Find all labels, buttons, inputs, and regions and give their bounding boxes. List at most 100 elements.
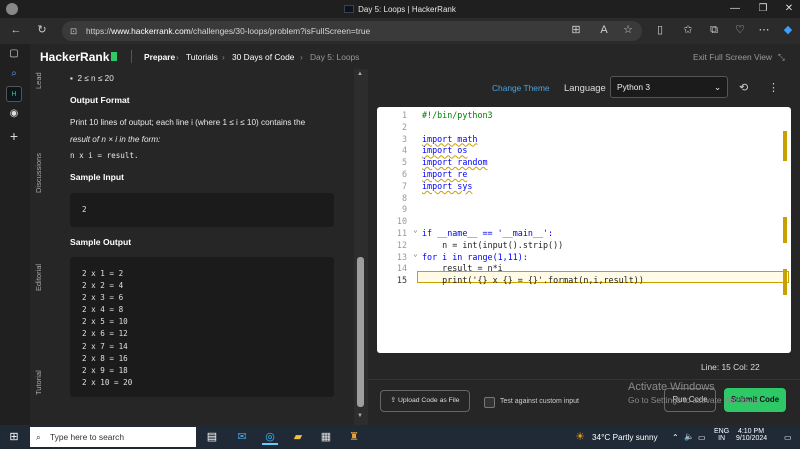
store-icon[interactable]: ▦ [318, 429, 334, 445]
edge-browser-icon[interactable]: ◎ [262, 429, 278, 445]
upload-code-button[interactable]: ⇪ Upload Code as File [380, 390, 470, 412]
upload-label: Upload Code as File [398, 397, 460, 404]
output-format-line2: result of n × i in the form: [70, 135, 161, 144]
hackerrank-tab-icon[interactable]: H [6, 86, 22, 102]
scroll-down-icon[interactable]: ▼ [357, 413, 363, 419]
sample-output-line: 2 x 1 = 2 [82, 269, 124, 278]
breadcrumb-separator-icon: › [176, 52, 179, 62]
custom-input-label[interactable]: Test against custom input [500, 398, 579, 405]
taskbar-search-box[interactable]: ⌕ Type here to search [30, 427, 196, 447]
sample-output-line: 2 x 2 = 4 [82, 281, 124, 291]
code-line[interactable]: import random [422, 157, 488, 167]
search-icon[interactable]: ⌕ [6, 66, 22, 82]
tab-tutorial[interactable]: Tutorial [34, 370, 43, 395]
line-number: 15 [396, 275, 407, 286]
show-hidden-icons-icon[interactable]: ⌃ [672, 432, 679, 442]
tab-editorial[interactable]: Editorial [34, 264, 43, 291]
sample-output-heading: Sample Output [70, 237, 132, 247]
breadcrumb-prepare[interactable]: Prepare [144, 52, 175, 62]
logo-mark-icon [111, 52, 118, 61]
activate-windows-watermark: Activate Windows Go to Settings to activ… [628, 381, 760, 407]
weather-text[interactable]: 34°C Partly sunny [592, 433, 658, 442]
sample-input-box: 2 [70, 193, 334, 227]
hackerrank-logo[interactable]: HackerRank [40, 50, 118, 64]
line-number: 2 [401, 121, 407, 132]
more-menu-icon[interactable]: ⋯ [756, 22, 772, 38]
code-line[interactable]: print('{} x {} = {}'.format(n,i,result)) [422, 275, 644, 285]
clock-time: 4:10 PM [737, 428, 765, 435]
speaker-icon[interactable]: 🔈 [684, 432, 694, 442]
breadcrumb-30-days[interactable]: 30 Days of Code [232, 52, 294, 62]
copilot-icon[interactable]: ◆ [780, 22, 796, 38]
sample-output-line: 2 x 7 = 14 [82, 341, 128, 351]
custom-input-checkbox[interactable] [484, 397, 495, 408]
weather-icon[interactable]: ☀ [572, 429, 588, 445]
reset-code-icon[interactable]: ⟲ [739, 81, 748, 94]
scrollbar-thumb[interactable] [357, 257, 364, 407]
back-icon[interactable]: ← [8, 22, 24, 38]
sample-input-heading: Sample Input [70, 172, 124, 182]
browser-essentials-icon[interactable]: ♡ [732, 22, 748, 38]
code-line[interactable]: import sys [422, 181, 472, 191]
ruler-mark [783, 269, 787, 295]
fold-icon[interactable]: ⌄ [413, 249, 418, 258]
task-view-icon[interactable]: ▤ [204, 429, 220, 445]
read-aloud-icon[interactable]: A [596, 22, 612, 38]
language-select[interactable]: Python 3 ⌄ [610, 76, 728, 98]
code-editor[interactable]: 1 2 3 4 5 6 7 8 9 10 11 12 13 14 15 #!/bin/python3 impo… [377, 107, 791, 353]
editor-settings-icon[interactable]: ⋮ [768, 81, 779, 94]
line-number: 12 [396, 239, 407, 250]
constraint-text: 2 ≤ n ≤ 20 [77, 74, 114, 83]
collections-icon[interactable]: ⧉ [706, 22, 722, 38]
tab-discussions[interactable]: Discussions [34, 153, 43, 193]
code-line[interactable]: #!/bin/python3 [422, 110, 493, 120]
new-tab-icon[interactable]: + [6, 128, 22, 144]
url-field[interactable]: ⊡ https://www.hackerrank.com/challenges/… [62, 21, 642, 41]
collapse-icon[interactable]: ⤡ [778, 52, 785, 63]
mail-icon[interactable]: ✉ [234, 429, 250, 445]
line-number: 5 [401, 157, 407, 168]
code-line[interactable]: import os [422, 145, 467, 155]
favorites-icon[interactable]: ✩ [680, 22, 696, 38]
breadcrumb-separator-icon: › [300, 52, 303, 62]
code-line[interactable]: for i in range(1,11): [422, 252, 528, 262]
line-number: 6 [401, 169, 407, 179]
close-icon[interactable]: ✕ [782, 2, 796, 16]
favorite-star-icon[interactable]: ☆ [620, 22, 636, 38]
tab-leaderboard[interactable]: Lead [34, 72, 43, 89]
line-number: 14 [396, 263, 407, 274]
problem-scrollbar[interactable]: ▲ ▼ [354, 69, 368, 425]
scroll-up-icon[interactable]: ▲ [357, 71, 363, 77]
code-line[interactable]: n = int(input().strip()) [422, 240, 563, 250]
hackerrank-favicon-icon [344, 5, 355, 13]
minimize-icon[interactable]: — [728, 2, 742, 16]
watermark-subtitle: Go to Settings to activate Windows. [628, 395, 761, 405]
exit-fullscreen-link[interactable]: Exit Full Screen View [693, 52, 772, 62]
code-line[interactable]: if __name__ == '__main__': [422, 228, 553, 238]
site-info-icon[interactable]: ⊡ [70, 21, 77, 41]
code-line[interactable]: result = n*i [422, 263, 503, 273]
input-language[interactable]: ENG IN [714, 428, 729, 442]
code-line[interactable]: import math [422, 134, 477, 144]
output-format-heading: Output Format [70, 95, 130, 105]
search-icon: ⌕ [36, 432, 41, 442]
tab-actions-icon[interactable]: ▢ [6, 46, 22, 62]
lang-code: ENG [714, 428, 730, 435]
windows-start-icon[interactable]: ⊞ [6, 429, 22, 445]
restore-icon[interactable]: ❐ [756, 2, 770, 16]
file-explorer-icon[interactable]: ▰ [290, 429, 306, 445]
refresh-icon[interactable]: ↻ [34, 22, 50, 38]
fold-icon[interactable]: ⌄ [413, 225, 418, 234]
window-title: Day 5: Loops | HackerRank [358, 5, 456, 14]
clock[interactable]: 4:10 PM 9/10/2024 [736, 428, 767, 442]
network-icon[interactable]: ▭ [698, 432, 706, 442]
app-icon[interactable]: ♜ [346, 429, 362, 445]
change-theme-link[interactable]: Change Theme [492, 83, 550, 93]
breadcrumb-tutorials[interactable]: Tutorials [186, 52, 218, 62]
app-available-icon[interactable]: ⊞ [568, 22, 584, 38]
ruler-mark [783, 217, 787, 243]
notifications-icon[interactable]: ▭ [784, 432, 792, 442]
code-line[interactable]: import re [422, 169, 467, 179]
second-tab-icon[interactable]: ◉ [6, 106, 22, 122]
split-screen-icon[interactable]: ▯ [652, 22, 668, 38]
